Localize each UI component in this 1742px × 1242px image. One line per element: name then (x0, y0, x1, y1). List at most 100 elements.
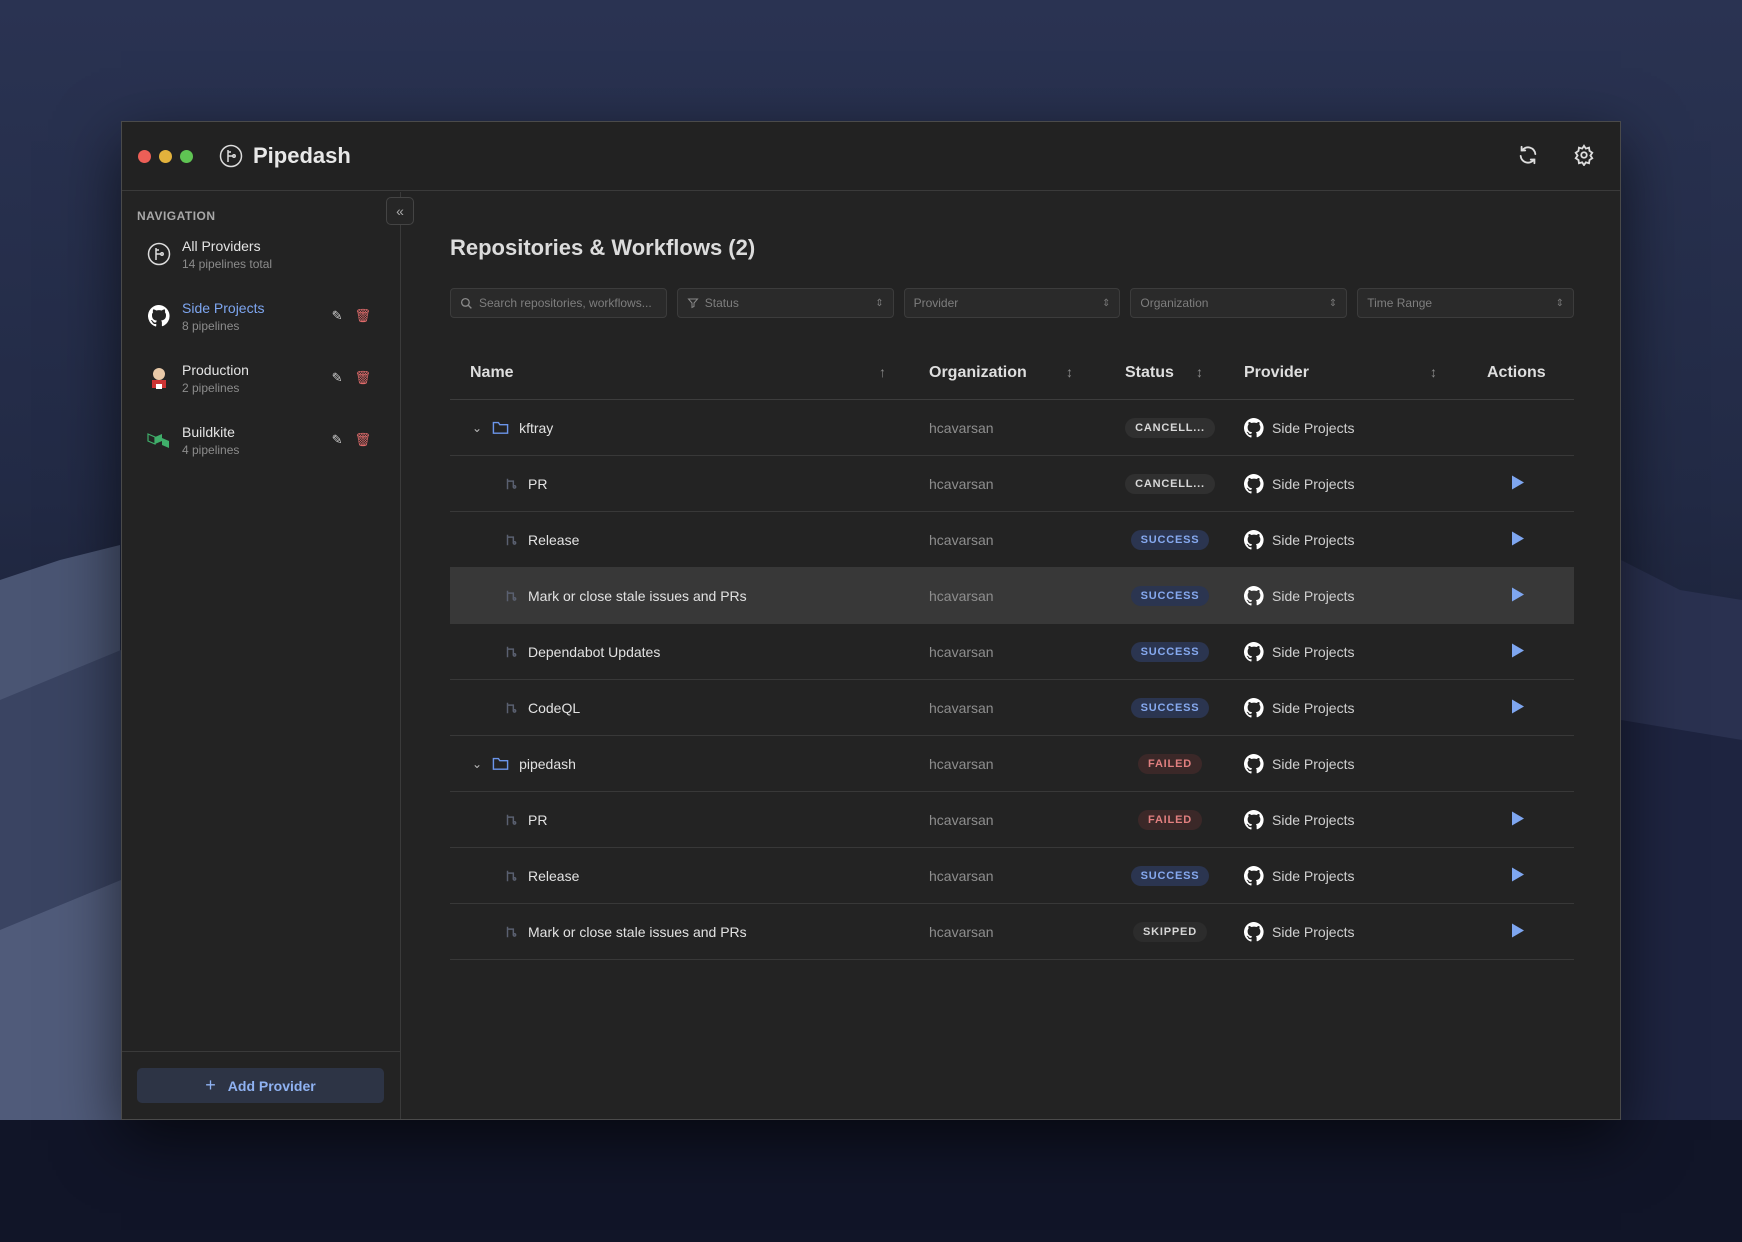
close-window-button[interactable] (138, 149, 151, 163)
provider-cell: Side Projects (1244, 529, 1355, 550)
main-content: Repositories & Workflows (2) Search repo… (402, 192, 1620, 1119)
workflow-row[interactable]: Dependabot Updates hcavarsan SUCCESS Side P… (450, 624, 1574, 680)
column-header-actions: Actions (1487, 364, 1546, 381)
github-icon (1244, 529, 1264, 549)
name-cell: Mark or close stale issues and PRs (504, 588, 747, 604)
github-icon (1244, 641, 1264, 661)
maximize-window-button[interactable] (180, 149, 193, 163)
app-title: Pipedash (253, 143, 351, 168)
run-button[interactable] (1511, 642, 1525, 661)
name-cell: PR (504, 812, 547, 828)
refresh-button[interactable] (1517, 144, 1543, 170)
provider-filter-label: Provider (913, 296, 959, 310)
repo-row[interactable]: ⌄ kftray hcavarsan CANCELL... Side Projects (450, 400, 1574, 456)
title-bar: Pipedash (122, 122, 1620, 191)
trash-icon[interactable]: 🗑 (354, 370, 371, 386)
name-cell: Mark or close stale issues and PRs (504, 924, 747, 940)
name-cell: Release (504, 532, 579, 548)
edit-icon[interactable]: ✎ (332, 370, 343, 386)
chevron-down-icon[interactable]: ⌄ (472, 757, 482, 771)
time-range-filter-select[interactable]: Time Range ⇕ (1357, 288, 1574, 318)
workflow-row[interactable]: PR hcavarsan CANCELL... Side Projects (450, 456, 1574, 512)
collapse-sidebar-button[interactable]: « (386, 197, 414, 225)
minimize-window-button[interactable] (159, 149, 172, 163)
name-cell: Dependabot Updates (504, 644, 660, 660)
sort-icon[interactable]: ↕ (1196, 364, 1203, 380)
column-header-status[interactable]: Status (1125, 364, 1174, 382)
status-badge: SUCCESS (1125, 865, 1215, 886)
status-badge: FAILED (1125, 809, 1215, 830)
column-header-provider[interactable]: Provider (1244, 364, 1309, 382)
play-icon (1512, 587, 1524, 601)
trash-icon[interactable]: 🗑 (354, 432, 371, 448)
workflow-row[interactable]: Mark or close stale issues and PRs hcavar… (450, 568, 1574, 624)
run-button[interactable] (1511, 922, 1525, 941)
workflow-row[interactable]: PR hcavarsan FAILED Side Projects (450, 792, 1574, 848)
edit-icon[interactable]: ✎ (332, 432, 343, 448)
chevron-updown-icon: ⇕ (1328, 297, 1338, 309)
organization-filter-select[interactable]: Organization ⇕ (1130, 288, 1348, 318)
repo-row[interactable]: ⌄ pipedash hcavarsan FAILED Side Projects (450, 736, 1574, 792)
status-badge: SKIPPED (1125, 921, 1215, 942)
run-button[interactable] (1511, 698, 1525, 717)
run-button[interactable] (1511, 586, 1525, 605)
workflow-row[interactable]: Mark or close stale issues and PRs hcavar… (450, 904, 1574, 960)
status-text: SUCCESS (1130, 697, 1210, 718)
pipedash-icon (147, 242, 171, 266)
chevron-down-icon[interactable]: ⌄ (472, 421, 482, 435)
refresh-icon (1519, 145, 1537, 165)
run-button[interactable] (1511, 810, 1525, 829)
organization-cell: hcavarsan (929, 643, 994, 660)
search-icon (460, 297, 472, 309)
name-cell: PR (504, 476, 547, 492)
workflow-row[interactable]: CodeQL hcavarsan SUCCESS Side Projects (450, 680, 1574, 736)
column-header-name[interactable]: Name (470, 364, 514, 382)
run-button[interactable] (1511, 866, 1525, 885)
trash-icon[interactable]: 🗑 (354, 308, 371, 324)
status-text: SUCCESS (1130, 585, 1210, 606)
provider-cell: Side Projects (1244, 697, 1354, 718)
sort-icon[interactable]: ↕ (1430, 364, 1437, 380)
run-button[interactable] (1511, 530, 1525, 549)
provider-cell: Side Projects (1244, 473, 1354, 494)
settings-button[interactable] (1573, 144, 1599, 170)
provider-name: Side Projects (1272, 587, 1355, 604)
status-text: CANCELL... (1125, 473, 1215, 494)
provider-cell: Side Projects (1244, 809, 1354, 830)
sidebar-item-production[interactable]: Production 2 pipelines ✎ 🗑 (134, 351, 389, 405)
provider-name: Side Projects (1272, 531, 1355, 548)
sidebar-item-label: All Providers (182, 237, 261, 254)
status-text: SUCCESS (1130, 641, 1210, 662)
gear-icon (1574, 144, 1594, 167)
sidebar-item-all-providers[interactable]: All Providers 14 pipelines total (134, 227, 389, 281)
github-icon (1244, 809, 1264, 829)
edit-icon[interactable]: ✎ (332, 308, 343, 324)
add-provider-button[interactable]: + Add Provider (137, 1068, 384, 1103)
github-icon (1244, 921, 1264, 941)
sidebar: NAVIGATION « All Providers 14 pipelines t… (122, 192, 414, 1119)
search-input[interactable]: Search repositories, workflows... (450, 288, 667, 318)
play-icon (1512, 643, 1524, 657)
status-filter-select[interactable]: Status ⇕ (676, 288, 894, 318)
provider-cell: Side Projects (1244, 865, 1354, 886)
sidebar-item-side-projects[interactable]: Side Projects 8 pipelines ✎ 🗑 (134, 289, 389, 343)
table-header: Name ↑ Organization ↕ Status ↕ Provider … (450, 348, 1574, 400)
column-header-organization[interactable]: Organization (929, 364, 1027, 382)
row-name: CodeQL (528, 699, 581, 716)
row-name: Release (528, 531, 580, 548)
status-text: FAILED (1138, 753, 1202, 774)
sort-icon[interactable]: ↕ (1066, 364, 1073, 380)
sort-asc-icon[interactable]: ↑ (879, 364, 886, 380)
provider-name: Side Projects (1272, 643, 1355, 660)
filter-icon (687, 298, 699, 309)
github-icon (1244, 473, 1264, 493)
organization-cell: hcavarsan (929, 811, 994, 828)
workflow-row[interactable]: Release hcavarsan SUCCESS Side Projects (450, 848, 1574, 904)
sidebar-item-label: Production (182, 361, 249, 378)
provider-filter-select[interactable]: Provider ⇕ (903, 288, 1121, 318)
provider-cell: Side Projects (1244, 585, 1355, 606)
workflow-row[interactable]: Release hcavarsan SUCCESS Side Projects (450, 512, 1574, 568)
run-button[interactable] (1511, 474, 1525, 493)
sidebar-item-buildkite[interactable]: Buildkite 4 pipelines ✎ 🗑 (134, 413, 389, 467)
provider-cell: Side Projects (1244, 921, 1354, 942)
